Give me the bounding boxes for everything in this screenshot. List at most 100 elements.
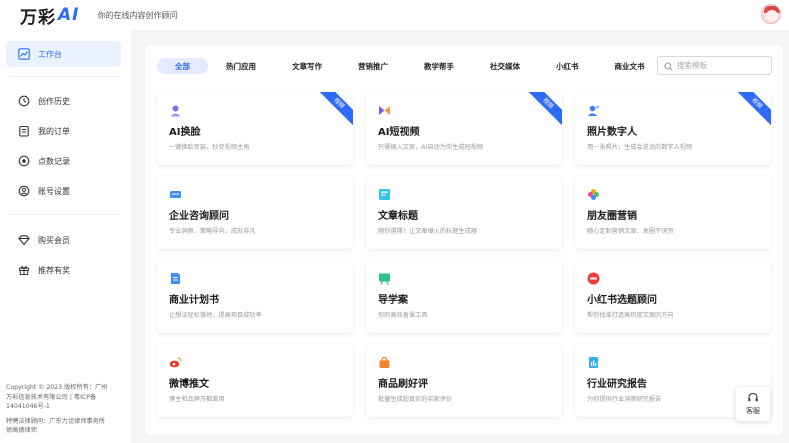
tab-business-docs[interactable]: 商业文书 [597,58,663,74]
tab-social-media[interactable]: 社交媒体 [472,58,538,74]
template-card[interactable]: 商业计划书让想法轻松落地，提高项目成功率 [157,260,353,333]
copyright-footer: Copyright © 2023 版权所有：广州 万彩信息技术有限公司 | 粤I… [6,383,126,436]
tab-popular[interactable]: 热门应用 [208,58,274,74]
card-description: 随心定制营销文案、发圈不词穷 [587,228,674,235]
headset-icon [747,392,759,406]
template-card[interactable]: 微博推文博主和品牌方都爱用 [157,344,353,417]
title-icon [378,188,391,201]
xiaohongshu-icon [587,272,600,285]
record-icon [18,155,30,167]
card-description: 让想法轻松落地，提高项目成功率 [169,312,262,319]
card-title: 行业研究报告 [587,379,647,390]
sidebar-item-referral[interactable]: 推荐有奖 [6,257,121,283]
chart-line-icon [18,48,30,60]
customer-service-button[interactable]: 客服 [736,387,770,421]
tab-article-writing[interactable]: 文章写作 [274,58,340,74]
card-description: 为你提供行业洞察研究报告 [587,396,662,403]
search-input[interactable] [677,61,767,70]
board-icon [378,272,391,285]
card-description: 博主和品牌方都爱用 [169,396,225,403]
template-card[interactable]: 小红书选题顾问 帮你找准打造高热度文案的方向 [575,260,771,333]
card-title: 商业计划书 [169,295,219,306]
template-card[interactable]: 导学案你的高效备课工具 [366,260,562,333]
sidebar-item-membership[interactable]: 购买会员 [6,227,121,253]
sidebar-item-workbench[interactable]: 工作台 [6,41,121,67]
template-grid: AI换脸 一键换脸变装，秒变视频主角 视频 AI短视频 只需输入文案，AI自动为你生成短… [157,92,771,432]
sidebar-item-label: 创作历史 [38,96,70,106]
tab-all[interactable]: 全部 [157,58,208,74]
card-description: 你的高效备课工具 [378,312,428,319]
template-card[interactable]: 照片数字人用一张照片，生成会说话的数字人视频 视频 [575,92,771,165]
video-badge: 视频 [524,92,562,128]
card-description: 只需输入文案，AI自动为你生成短视频 [378,144,484,151]
footer-line: Copyright © 2023 版权所有：广州 [6,384,108,391]
logo-text: 万彩 [20,7,56,28]
avatar-face [766,10,778,21]
face-swap-icon [169,104,182,117]
report-icon [587,356,600,369]
tab-teaching[interactable]: 教学帮手 [406,58,472,74]
diamond-icon [18,234,30,246]
doc-icon [169,272,182,285]
card-description: 一键换脸变装，秒变视频主角 [169,144,250,151]
video-badge: 视频 [733,92,771,128]
card-title: 朋友圈营销 [587,211,637,222]
sidebar-item-label: 点数记录 [38,156,70,166]
card-title: 微博推文 [169,379,209,390]
template-card[interactable]: AI短视频只需输入文案，AI自动为你生成短视频 视频 [366,92,562,165]
template-card[interactable]: 商品刷好评批量生成超真实的买家评价 [366,344,562,417]
user-circle-icon [18,185,30,197]
card-description: 批量生成超真实的买家评价 [378,396,453,403]
sidebar-item-label: 账号设置 [38,186,70,196]
sidebar-item-label: 我的订单 [38,126,70,136]
card-description: 帮你找准打造高热度文案的方向 [587,312,674,319]
top-bar: 万彩 AI 你的在线内容创作顾问 [0,0,789,30]
main-panel: 全部 热门应用 文章写作 营销推广 教学帮手 社交媒体 小红书 商业文书 AI换… [145,45,783,435]
footer-line: 特聘法律顾问：广东力诠律师事务所 [6,417,105,425]
history-icon [18,95,30,107]
clipboard-icon [18,125,30,137]
customer-service-label: 客服 [746,407,760,415]
bowtie-icon [378,104,391,117]
template-card[interactable]: 文章标题随你選擇！让文章爆火的标题生成器 [366,176,562,249]
card-description: 用一张照片，生成会说话的数字人视频 [587,144,693,151]
card-title: 导学案 [378,295,408,306]
search-box[interactable] [657,56,772,75]
video-badge: 视频 [315,92,353,128]
card-description: 随你選擇！让文章爆火的标题生成器 [378,228,477,235]
footer-line: 徐高德律师 [6,427,37,434]
tab-marketing[interactable]: 营销推广 [340,58,406,74]
sidebar: 工作台 创作历史 我的订单 点数记录 账号设置 购买会员 推荐有奖 Copyri… [0,30,131,443]
card-title: 企业咨询顾问 [169,211,229,222]
moments-icon [587,188,600,201]
sidebar-item-label: 工作台 [38,49,62,59]
template-card[interactable]: 朋友圈营销随心定制营销文案、发圈不词穷 [575,176,771,249]
card-title: 照片数字人 [587,127,637,138]
digital-human-icon [587,104,600,117]
weibo-icon [169,356,182,369]
avatar[interactable] [761,4,781,24]
sidebar-item-label: 购买会员 [38,235,70,245]
slogan: 你的在线内容创作顾问 [97,10,178,20]
search-icon [664,56,673,75]
footer-line: 万彩信息技术有限公司 | 粤ICP备 [6,393,97,401]
sidebar-item-history[interactable]: 创作历史 [6,88,121,114]
sidebar-item-points[interactable]: 点数记录 [6,148,121,174]
card-title: AI换脸 [169,127,201,138]
footer-line: 14041046号-1 [6,403,50,410]
card-description: 专业洞察、策略导向、成就非凡 [169,228,256,235]
card-title: AI短视频 [378,127,420,138]
sidebar-divider [10,76,120,77]
card-title: 文章标题 [378,211,418,222]
sidebar-item-orders[interactable]: 我的订单 [6,118,121,144]
consult-icon [169,188,182,201]
tab-xiaohongshu[interactable]: 小红书 [538,58,597,74]
logo-ai: AI [58,5,80,25]
card-title: 商品刷好评 [378,379,428,390]
sidebar-item-account[interactable]: 账号设置 [6,178,121,204]
gift-icon [18,264,30,276]
logo[interactable]: 万彩 AI [20,3,79,28]
template-card[interactable]: 企业咨询顾问专业洞察、策略导向、成就非凡 [157,176,353,249]
template-card[interactable]: AI换脸一键换脸变装，秒变视频主角 视频 [157,92,353,165]
shop-icon [378,356,391,369]
